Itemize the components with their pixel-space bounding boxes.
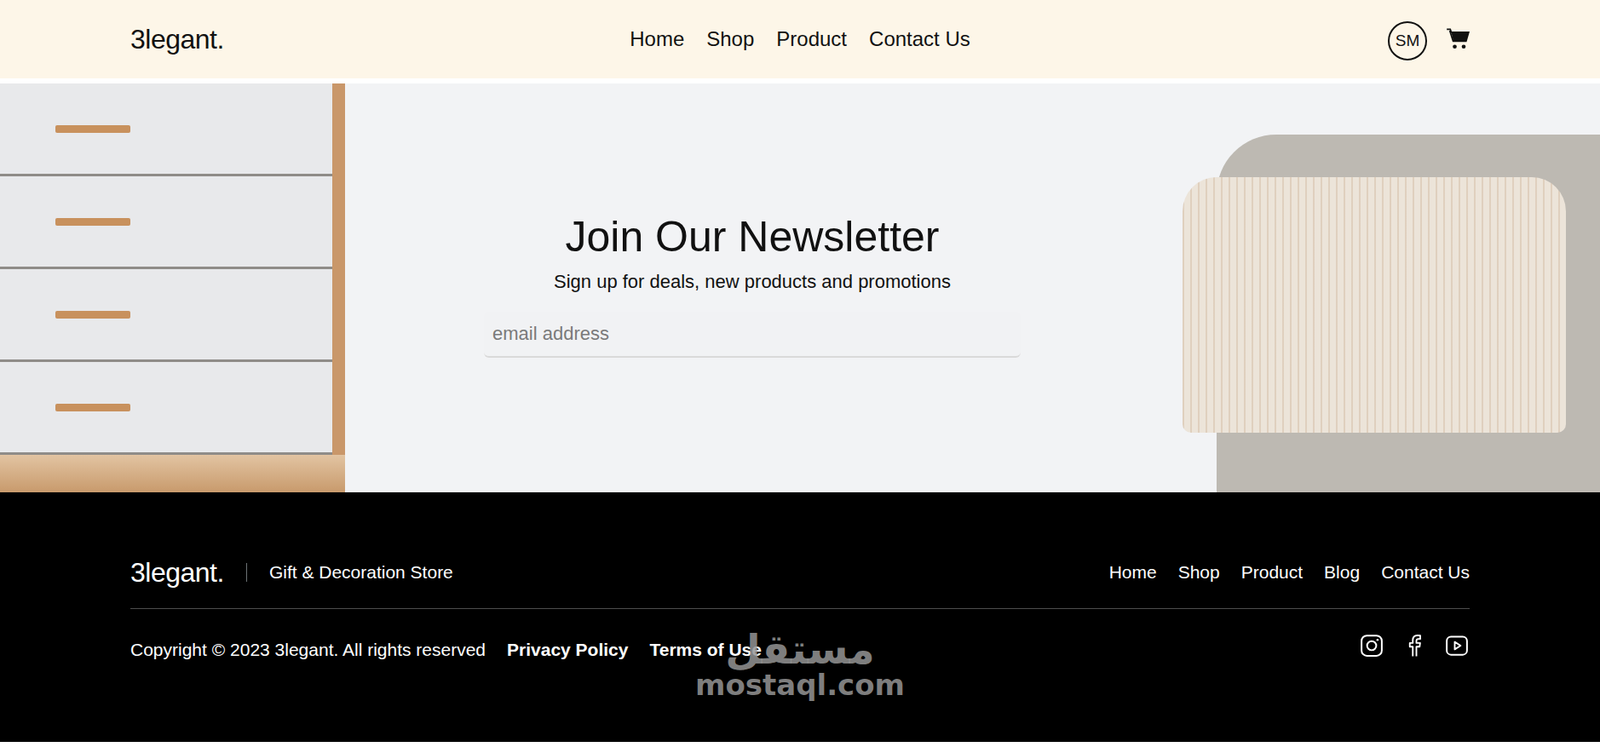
logo[interactable]: 3legant. [130, 23, 630, 56]
header-actions: SM [970, 17, 1470, 61]
legal: Copyright © 2023 3legant. All rights res… [130, 639, 762, 661]
page: 3legant.HomeShopProductContact UsSMJoin … [0, 0, 1600, 743]
footer-top: 3legant. Gift & Decoration Store Home Shop P… [130, 553, 1470, 592]
footer-link[interactable]: Blog [1323, 562, 1360, 583]
drawer [0, 362, 333, 455]
nav-link[interactable]: Shop [706, 27, 754, 52]
nav-link[interactable]: Home [629, 27, 685, 52]
footer-logo[interactable]: 3legant. [130, 557, 225, 589]
drawer [0, 269, 333, 363]
footer-link[interactable]: Product [1241, 562, 1303, 583]
footer-link[interactable]: Contact Us [1381, 562, 1470, 583]
avatar[interactable]: SM [1387, 21, 1428, 61]
drawer-handle [55, 403, 131, 412]
footer-divider [130, 608, 1470, 610]
header: 3legant.Home Shop Product Contact Us SM [0, 0, 1600, 84]
nav-link[interactable]: Product [776, 27, 847, 52]
cabinet-base [0, 454, 346, 493]
facebook-icon[interactable] [1401, 633, 1428, 659]
separator [246, 563, 248, 582]
footer: 3legant. Gift & Decoration Store Home Shop P… [0, 492, 1600, 743]
legal-link[interactable]: Privacy Policy [506, 639, 628, 661]
chair [1216, 134, 1600, 493]
cabinet [0, 83, 346, 455]
footer-brand: 3legant. Gift & Decoration Store [130, 557, 454, 589]
newsletter-form: Join Our Newsletter Sign up for deals, ne… [347, 83, 1157, 493]
chair-image [1156, 83, 1600, 493]
nav-link[interactable]: Contact Us [869, 27, 971, 52]
drawer-handle [55, 310, 131, 319]
youtube-icon[interactable] [1444, 633, 1470, 659]
tagline: Gift & Decoration Store [269, 562, 454, 583]
instagram-icon[interactable] [1358, 633, 1385, 659]
drawer-image [0, 83, 348, 493]
legal-link[interactable]: Terms of Use [649, 639, 762, 661]
watermark: مستقلmostaql.com [695, 628, 905, 702]
watermark-latin: mostaql.com [695, 669, 905, 702]
newsletter-section: Join Our Newsletter Sign up for deals, ne… [0, 83, 1600, 493]
footer-nav: Home Shop Product Blog Contact Us [1109, 562, 1470, 583]
copyright: Copyright © 2023 3legant. All rights res… [130, 639, 486, 661]
email-input[interactable] [483, 311, 1021, 358]
footer-link[interactable]: Home [1109, 562, 1157, 583]
footer-link[interactable]: Shop [1178, 562, 1221, 583]
footer-bottom: Copyright © 2023 3legant. All rights res… [130, 633, 1470, 668]
blanket [1182, 177, 1566, 433]
drawer [0, 83, 333, 177]
newsletter-subtitle: Sign up for deals, new products and prom… [553, 270, 951, 294]
newsletter-title: Join Our Newsletter [564, 211, 939, 263]
drawer-handle [55, 125, 131, 133]
main-nav: Home Shop Product Contact Us [629, 27, 971, 52]
cart-icon[interactable] [1445, 27, 1470, 52]
watermark-arabic: مستقل [695, 628, 905, 670]
drawer [0, 176, 333, 270]
drawer-handle [55, 218, 131, 226]
social-links [1358, 633, 1470, 659]
